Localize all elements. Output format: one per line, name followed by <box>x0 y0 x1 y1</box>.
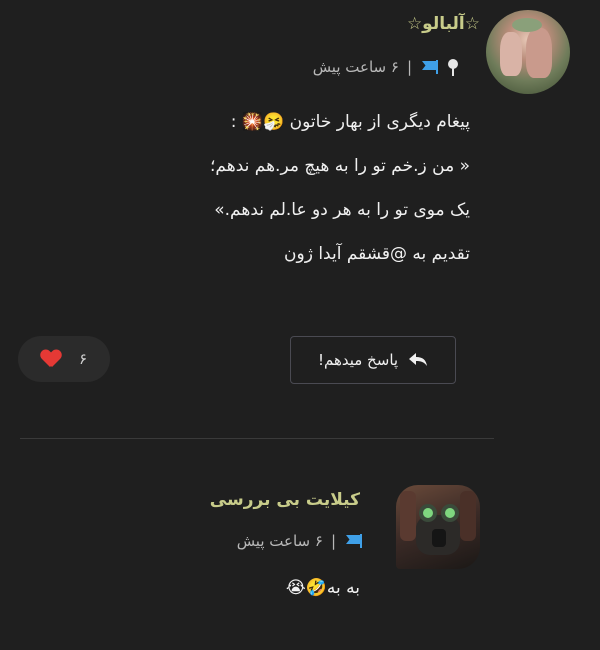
comment-line: یک موی تو را به هر دو عا.لم ندهم.» <box>214 200 470 220</box>
avatar-user-1[interactable] <box>486 10 570 94</box>
comment-meta: | ۶ ساعت پیش <box>240 56 460 78</box>
like-button[interactable]: ۶ <box>18 336 110 382</box>
reply-arrow-icon <box>409 353 428 366</box>
pin-icon <box>446 57 460 77</box>
comment-author[interactable]: کیلایت بی بررسی <box>200 490 360 510</box>
comment-time: ۶ ساعت پیش <box>312 58 399 76</box>
reply-button[interactable]: پاسخ میدهم! <box>290 336 456 384</box>
comment-meta: | ۶ ساعت پیش <box>200 530 362 552</box>
comment-body: پیغام دیگری از بهار خاتون 🤧🎇 : « من ز.خم… <box>190 100 470 276</box>
avatar-user-2[interactable] <box>396 485 480 569</box>
comment-author[interactable]: ☆آلبالو☆ <box>330 14 480 34</box>
like-count: ۶ <box>78 350 88 368</box>
meta-separator: | <box>406 58 412 76</box>
avatar-image <box>400 491 476 555</box>
comment-line: تقدیم به @قشقم آیدا ژون <box>284 244 470 264</box>
comment-body: به به🤣😭 <box>285 578 360 598</box>
meta-separator: | <box>330 532 336 550</box>
reply-label: پاسخ میدهم! <box>317 351 399 369</box>
comment-line: پیغام دیگری از بهار خاتون 🤧🎇 : <box>230 112 470 132</box>
flag-icon[interactable] <box>344 534 362 548</box>
comment-time: ۶ ساعت پیش <box>236 532 323 550</box>
comment-line: « من ز.خم تو را به هیچ مر.هم ندهم؛ <box>210 156 470 176</box>
heart-icon <box>41 350 61 368</box>
flag-icon[interactable] <box>420 60 438 74</box>
comment-divider <box>20 438 494 439</box>
